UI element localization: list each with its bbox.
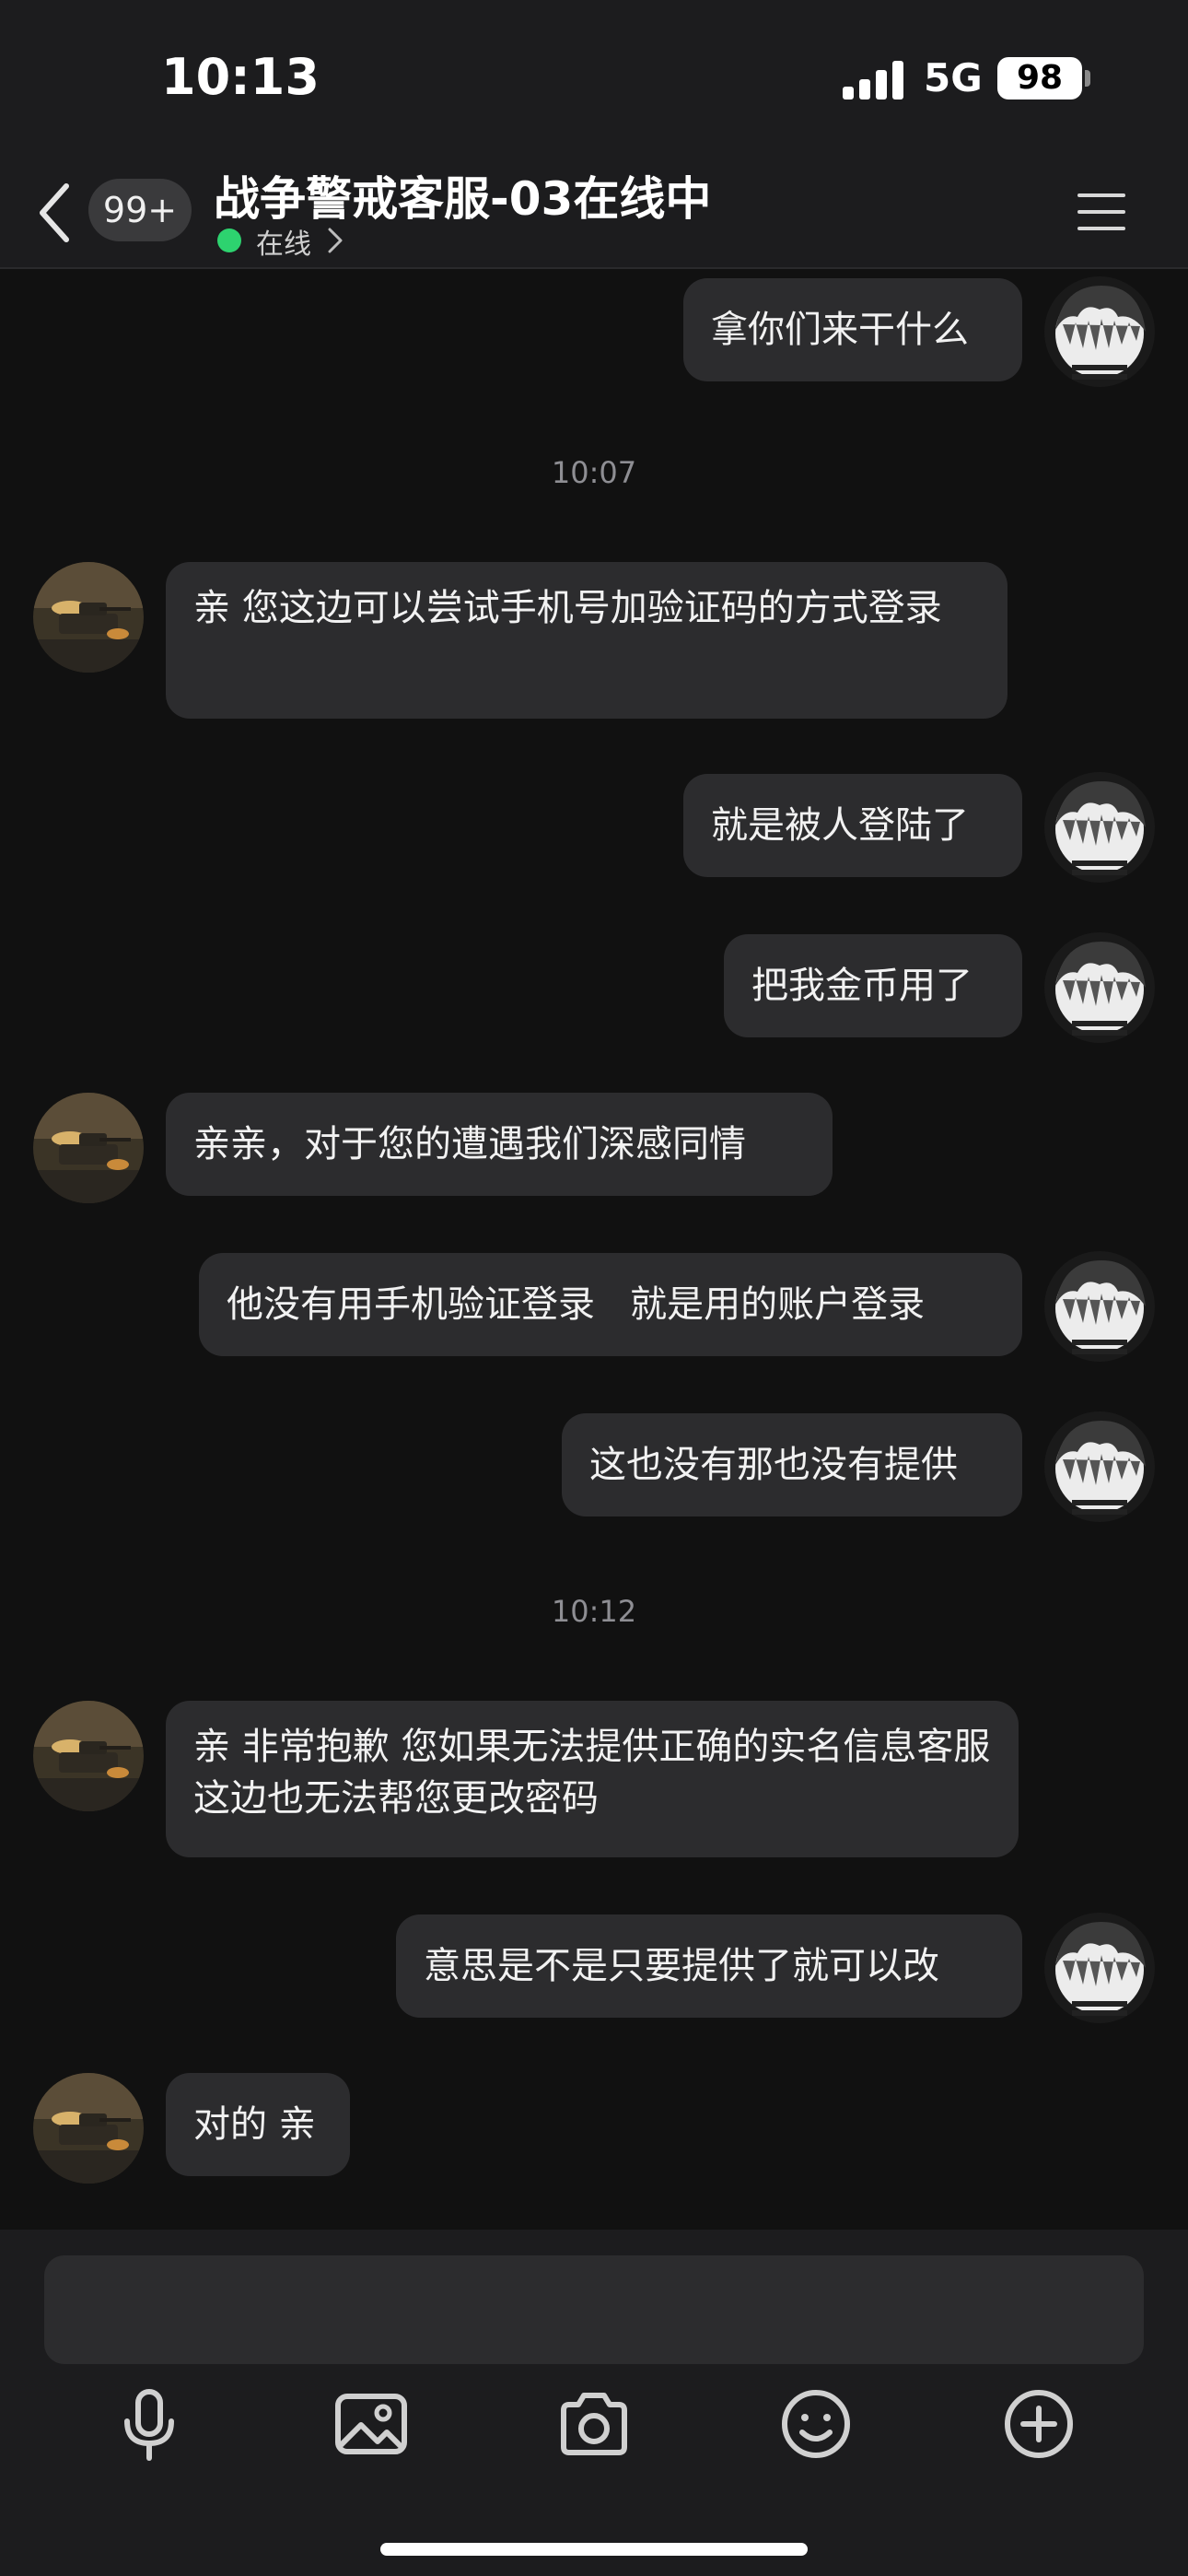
user-avatar[interactable]	[1044, 1251, 1155, 1362]
network-type: 5G	[924, 55, 983, 100]
user-avatar[interactable]	[1044, 276, 1155, 387]
message-list[interactable]: 拿你们来干什么 10:07 亲 您这边可以尝试手机号加验证码的方式登录 就是被人…	[0, 269, 1188, 2230]
composer-area	[0, 2230, 1188, 2576]
user-avatar[interactable]	[1044, 932, 1155, 1043]
agent-avatar[interactable]	[33, 562, 144, 673]
unread-count-badge[interactable]: 99+	[88, 179, 192, 241]
agent-avatar[interactable]	[33, 2073, 144, 2184]
message-timestamp: 10:12	[551, 1594, 637, 1629]
agent-avatar[interactable]	[33, 1701, 144, 1811]
image-icon[interactable]	[330, 2383, 413, 2465]
status-bar: 10:13 5G 98	[0, 0, 1188, 157]
menu-icon[interactable]	[1076, 190, 1127, 234]
presence-label[interactable]: 在线	[256, 221, 311, 262]
message-timestamp: 10:07	[551, 455, 637, 490]
message-bubble-outgoing[interactable]: 就是被人登陆了	[683, 774, 1022, 877]
message-bubble-incoming[interactable]: 亲 您这边可以尝试手机号加验证码的方式登录	[166, 562, 1007, 719]
cellular-signal-icon	[843, 61, 903, 100]
back-chevron-icon[interactable]	[37, 181, 74, 245]
message-bubble-incoming[interactable]: 对的 亲	[166, 2073, 350, 2176]
message-bubble-incoming[interactable]: 亲亲，对于您的遭遇我们深感同情	[166, 1093, 833, 1196]
plus-icon[interactable]	[997, 2383, 1080, 2465]
chat-header: 99+ 战争警戒客服-03在线中 在线	[0, 157, 1188, 269]
message-bubble-outgoing[interactable]: 拿你们来干什么	[683, 278, 1022, 381]
message-bubble-outgoing[interactable]: 把我金币用了	[724, 934, 1022, 1037]
home-indicator	[380, 2543, 808, 2556]
message-bubble-outgoing[interactable]: 意思是不是只要提供了就可以改	[396, 1914, 1022, 2018]
message-input[interactable]	[44, 2255, 1144, 2364]
camera-icon[interactable]	[553, 2383, 635, 2465]
message-bubble-outgoing[interactable]: 他没有用手机验证登录 就是用的账户登录	[199, 1253, 1022, 1356]
message-bubble-incoming[interactable]: 亲 非常抱歉 您如果无法提供正确的实名信息客服这边也无法帮您更改密码	[166, 1701, 1019, 1857]
user-avatar[interactable]	[1044, 772, 1155, 883]
chevron-right-icon[interactable]	[326, 227, 344, 254]
status-time: 10:13	[161, 48, 320, 106]
chat-title: 战争警戒客服-03在线中	[214, 172, 712, 226]
microphone-icon[interactable]	[108, 2383, 191, 2465]
message-bubble-outgoing[interactable]: 这也没有那也没有提供	[562, 1413, 1022, 1516]
battery-tip	[1085, 70, 1090, 87]
agent-avatar[interactable]	[33, 1093, 144, 1203]
user-avatar[interactable]	[1044, 1913, 1155, 2023]
emoji-icon[interactable]	[775, 2383, 857, 2465]
battery-icon: 98	[997, 57, 1082, 100]
online-status-dot	[217, 228, 241, 252]
user-avatar[interactable]	[1044, 1411, 1155, 1522]
